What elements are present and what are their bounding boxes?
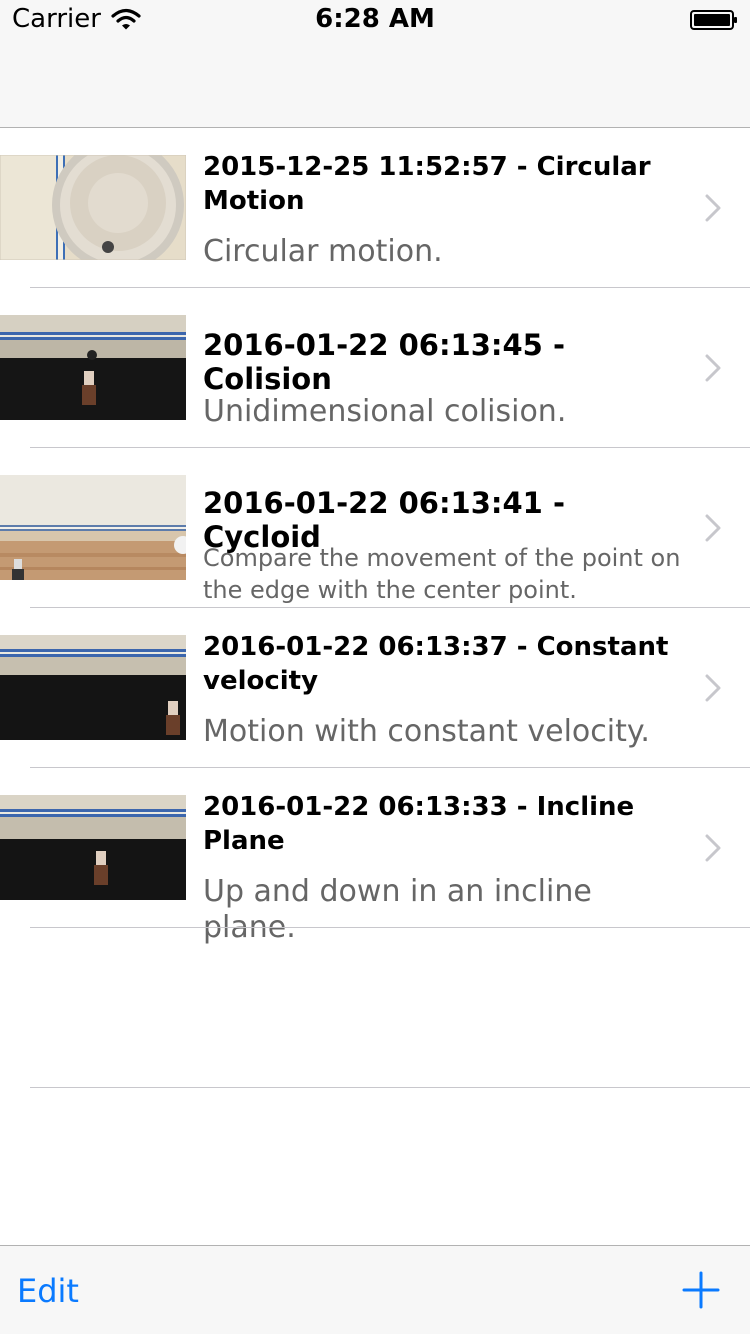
battery-icon	[690, 10, 737, 30]
edit-button[interactable]: Edit	[17, 1272, 79, 1310]
row-description: Circular motion.	[203, 234, 443, 269]
chevron-right-icon	[705, 514, 721, 542]
constant-velocity-thumbnail	[0, 635, 186, 740]
row-title: 2016-01-22 06:13:45 - Colision	[203, 328, 565, 396]
plus-icon[interactable]	[682, 1271, 720, 1309]
list-item[interactable]: 2016-01-22 06:13:45 - Colision Unidimens…	[0, 288, 750, 448]
list-item[interactable]: 2016-01-22 06:13:33 - Incline Plane Up a…	[0, 768, 750, 945]
list-item[interactable]: 2016-01-22 06:13:41 - Cycloid Compare th…	[0, 448, 750, 608]
row-description: Up and down in an incline plane.	[203, 874, 592, 945]
row-description: Unidimensional colision.	[203, 394, 567, 429]
bottom-toolbar: Edit	[0, 1245, 750, 1334]
app-screen: Carrier 6:28 AM 2015-12-25 11:52:57 - Ci…	[0, 0, 750, 1334]
cycloid-floor-thumbnail	[0, 475, 186, 580]
chevron-right-icon	[705, 834, 721, 862]
list-item[interactable]: 2015-12-25 11:52:57 - Circular Motion Ci…	[0, 128, 750, 288]
row-description: Motion with constant velocity.	[203, 714, 650, 749]
row-description: Compare the movement of the point on the…	[203, 544, 681, 604]
empty-row-separator	[30, 1087, 750, 1088]
list-item[interactable]: 2016-01-22 06:13:37 - Constant velocity …	[0, 608, 750, 768]
chevron-right-icon	[705, 674, 721, 702]
incline-plane-thumbnail	[0, 795, 186, 900]
chevron-right-icon	[705, 194, 721, 222]
status-time: 6:28 AM	[315, 4, 435, 34]
colision-track-thumbnail	[0, 315, 186, 420]
row-title: 2015-12-25 11:52:57 - Circular Motion	[203, 152, 651, 216]
navigation-bar: Carrier 6:28 AM	[0, 0, 750, 128]
circular-plate-thumbnail	[0, 155, 186, 260]
row-title: 2016-01-22 06:13:37 - Constant velocity	[203, 632, 669, 696]
row-title: 2016-01-22 06:13:33 - Incline Plane	[203, 792, 635, 856]
row-separator	[30, 927, 750, 928]
chevron-right-icon	[705, 354, 721, 382]
